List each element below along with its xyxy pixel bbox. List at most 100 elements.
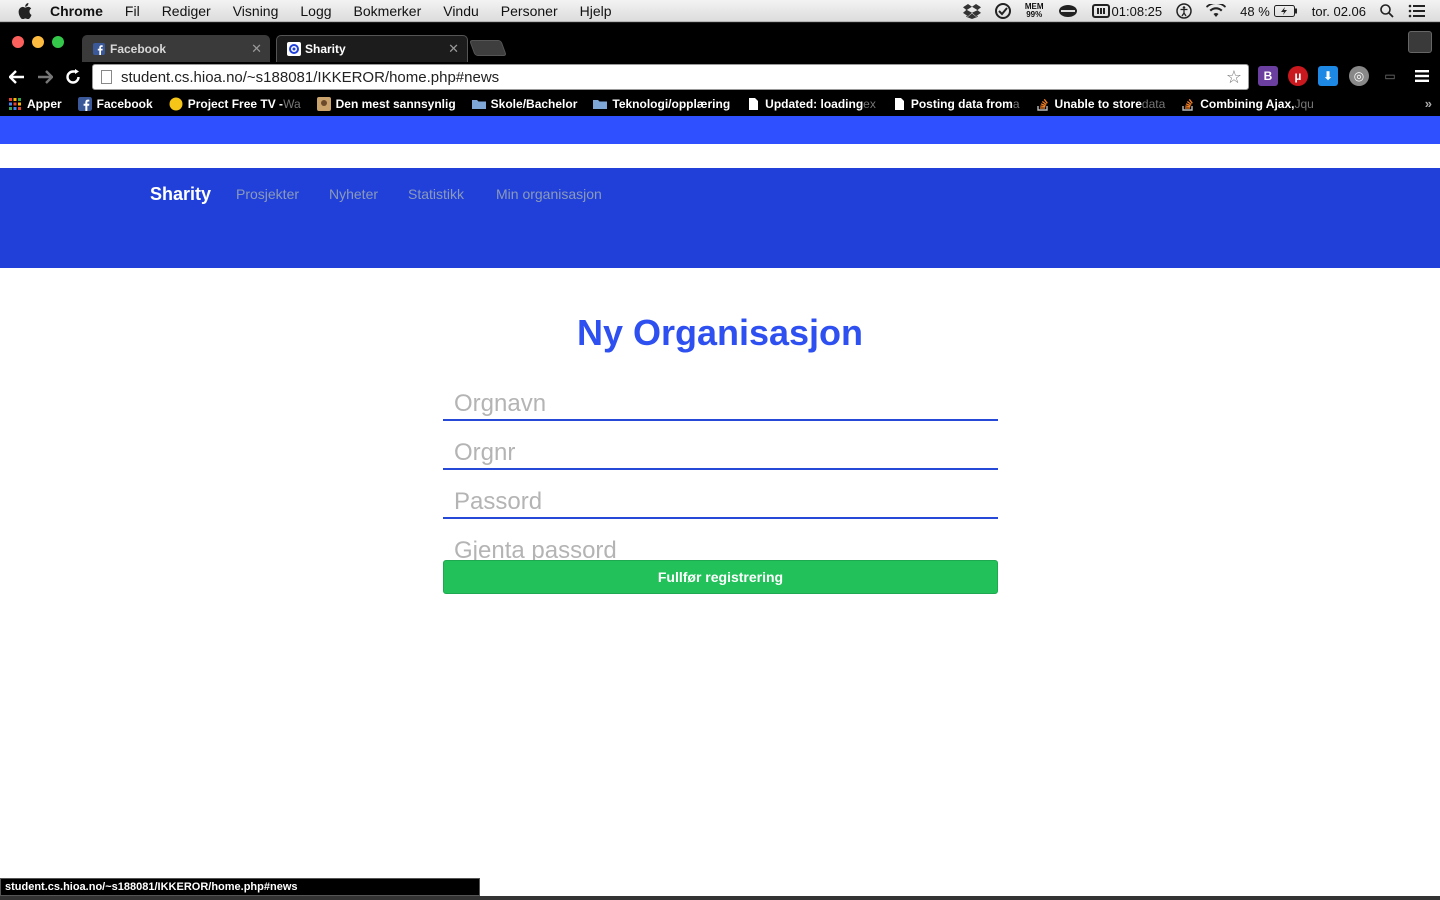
memory-indicator[interactable]: MEM 99% (1025, 3, 1044, 19)
bookmarks-bar: Apper Facebook Project Free TV - Wa Den … (0, 92, 1440, 116)
bookmark-label: Den mest sannsynlig (335, 97, 456, 111)
shield-status-icon[interactable] (994, 3, 1011, 19)
notification-center-icon[interactable] (1408, 4, 1426, 18)
cpu-monitor-icon[interactable]: 01:08:25 (1091, 3, 1163, 19)
bookmark-posting-data[interactable]: Posting data from a (892, 97, 1020, 111)
page-icon (749, 98, 759, 110)
sharity-icon (287, 42, 301, 56)
wifi-icon[interactable] (1206, 4, 1227, 18)
site-brand-link[interactable]: Sharity (150, 184, 211, 205)
battery-percent: 48 % (1240, 3, 1270, 19)
bookmark-label-faded: data (1141, 97, 1166, 111)
bookmark-folder-teknologi[interactable]: Teknologi/opplæring (593, 97, 730, 111)
tab-title: Facebook (110, 41, 167, 56)
zoom-window-button[interactable] (52, 36, 64, 48)
bootstrap-extension-icon[interactable]: B (1258, 66, 1278, 86)
menu-visning[interactable]: Visning (233, 3, 279, 19)
complete-registration-button[interactable]: Fullfør registrering (443, 560, 998, 594)
menu-bokmerker[interactable]: Bokmerker (354, 3, 422, 19)
folder-icon (593, 100, 608, 109)
globe-extension-icon[interactable]: ◎ (1349, 66, 1369, 86)
close-tab-icon[interactable]: ✕ (251, 41, 262, 57)
nav-link-statistikk[interactable]: Statistikk (408, 186, 464, 202)
profile-menu-button[interactable] (1408, 31, 1432, 53)
bookmark-label: Facebook (96, 97, 153, 111)
dropbox-icon[interactable] (962, 3, 981, 19)
apple-menu-icon[interactable] (18, 2, 36, 20)
page-icon (101, 70, 112, 84)
bookmark-star-icon[interactable]: ☆ (1226, 67, 1242, 88)
tab-facebook[interactable]: Facebook ✕ (82, 35, 270, 62)
battery-indicator[interactable]: 48 % (1240, 4, 1298, 19)
clock-readout: 01:08:25 (1111, 3, 1163, 19)
reload-icon[interactable] (62, 66, 84, 88)
bookmark-facebook[interactable]: Facebook (77, 97, 153, 111)
bookmark-label-faded: a (1012, 97, 1020, 111)
menu-hjelp[interactable]: Hjelp (580, 3, 612, 19)
bookmarks-overflow-icon[interactable]: » (1425, 96, 1432, 111)
stackoverflow-icon (1182, 98, 1194, 111)
accessibility-icon[interactable] (1176, 3, 1192, 19)
close-tab-icon[interactable]: ✕ (448, 41, 459, 57)
stackoverflow-icon (1036, 98, 1048, 111)
nav-link-min-organisasjon[interactable]: Min organisasjon (496, 186, 602, 202)
bookmark-label: Teknologi/opplæring (612, 97, 731, 111)
page-icon (894, 98, 904, 110)
menu-app-name[interactable]: Chrome (50, 3, 103, 19)
folder-icon (471, 100, 486, 109)
web-page: Sharity Prosjekter Nyheter Statistikk Mi… (0, 116, 1440, 900)
bookmark-label-faded: Jqu (1294, 97, 1314, 111)
bookmark-label: Updated: loading (765, 97, 864, 111)
bookmark-den-mest-sannsynlig[interactable]: Den mest sannsynlig (316, 97, 456, 111)
spotlight-search-icon[interactable] (1380, 4, 1394, 18)
bookmark-label: Apper (27, 97, 62, 111)
orgnr-input[interactable] (443, 437, 998, 470)
page-title: Ny Organisasjon (576, 312, 864, 353)
browser-toolbar: student.cs.hioa.no/~s188081/IKKEROR/home… (0, 62, 1440, 92)
facebook-icon (92, 42, 106, 56)
address-bar[interactable]: student.cs.hioa.no/~s188081/IKKEROR/home… (92, 64, 1249, 90)
date-readout[interactable]: tor. 02.06 (1312, 4, 1366, 19)
status-bubble: student.cs.hioa.no/~s188081/IKKEROR/home… (0, 878, 480, 896)
tab-sharity[interactable]: Sharity ✕ (276, 35, 468, 62)
bookmark-label: Posting data from (910, 97, 1013, 111)
bookmark-label-faded: ex (863, 97, 876, 111)
browser-window: Facebook ✕ Sharity ✕ student.cs.hioa.no/… (0, 23, 1440, 900)
tv-icon (169, 97, 183, 111)
site-navbar: Sharity Prosjekter Nyheter Statistikk Mi… (0, 168, 1440, 268)
menu-rediger[interactable]: Rediger (162, 3, 211, 19)
password-input[interactable] (443, 486, 998, 519)
window-bottom-edge (0, 896, 1440, 900)
orgnavn-input[interactable] (443, 388, 998, 421)
nav-link-nyheter[interactable]: Nyheter (329, 186, 378, 202)
macos-menubar: Chrome Fil Rediger Visning Logg Bokmerke… (0, 0, 1440, 22)
minimize-window-button[interactable] (32, 36, 44, 48)
nav-link-prosjekter[interactable]: Prosjekter (236, 186, 299, 202)
url-text[interactable]: student.cs.hioa.no/~s188081/IKKEROR/home… (121, 69, 499, 86)
bookmark-combining-ajax[interactable]: Combining Ajax, Jqu (1181, 97, 1314, 111)
close-window-button[interactable] (12, 36, 24, 48)
menu-logg[interactable]: Logg (300, 3, 331, 19)
bookmark-label: Skole/Bachelor (490, 97, 578, 111)
bookmark-project-free-tv[interactable]: Project Free TV - Wa (169, 97, 301, 111)
new-tab-button[interactable] (469, 40, 507, 56)
bookmark-label: Project Free TV - (187, 97, 284, 111)
bookmark-label-faded: Wa (283, 97, 301, 111)
forward-arrow-icon[interactable] (34, 66, 56, 88)
bookmark-label: Unable to store (1054, 97, 1142, 111)
back-arrow-icon[interactable] (6, 66, 28, 88)
download-extension-icon[interactable]: ⬇ (1318, 66, 1338, 86)
bookmark-folder-skole-bachelor[interactable]: Skole/Bachelor (471, 97, 578, 111)
bookmark-unable-to-store[interactable]: Unable to store data (1036, 97, 1166, 111)
menu-fil[interactable]: Fil (125, 3, 140, 19)
bookmark-updated-loading[interactable]: Updated: loading ex (746, 97, 876, 111)
chrome-menu-icon[interactable] (1412, 66, 1432, 86)
utorrent-extension-icon[interactable]: µ (1288, 66, 1308, 86)
apps-grid-icon (9, 98, 21, 110)
menu-vindu[interactable]: Vindu (443, 3, 479, 19)
cloud-icon[interactable] (1058, 4, 1078, 18)
bookmark-apper[interactable]: Apper (8, 97, 62, 111)
tab-strip: Facebook ✕ Sharity ✕ (0, 23, 1440, 62)
cast-icon[interactable]: ▭ (1380, 66, 1400, 86)
menu-personer[interactable]: Personer (501, 3, 558, 19)
